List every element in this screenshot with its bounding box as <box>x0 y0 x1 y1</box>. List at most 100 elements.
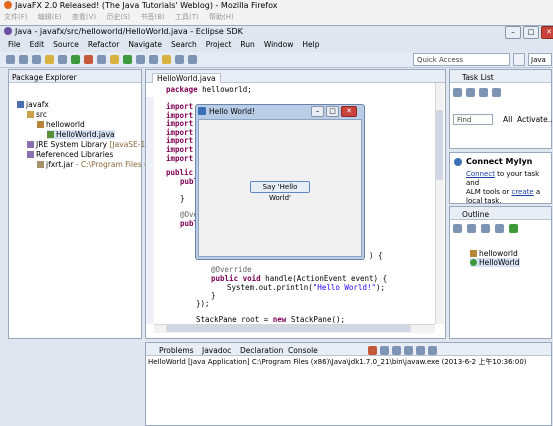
print-icon[interactable] <box>32 55 41 64</box>
terminate-icon[interactable] <box>368 346 377 355</box>
task-activate[interactable]: Activate... <box>517 115 553 124</box>
editor-vertical-scroll-thumb[interactable] <box>436 110 443 180</box>
menu-edit[interactable]: Edit <box>30 40 45 52</box>
collapse-all-icon[interactable] <box>453 224 462 233</box>
firefox-menu-tools[interactable]: 工具(T) <box>175 13 199 21</box>
hello-maximize-button[interactable]: □ <box>326 106 339 117</box>
library-icon <box>27 141 34 148</box>
package-icon <box>470 250 477 257</box>
debug-icon[interactable] <box>58 55 67 64</box>
tab-problems[interactable]: Problems <box>159 346 194 355</box>
firefox-menu-history[interactable]: 历史(S) <box>106 13 130 21</box>
annotation-icon[interactable] <box>162 55 171 64</box>
hello-close-button[interactable]: ✕ <box>341 106 357 117</box>
scroll-lock-icon[interactable] <box>404 346 413 355</box>
mylyn-create-link[interactable]: create <box>511 188 533 196</box>
firefox-menu-edit[interactable]: 编辑(E) <box>38 13 62 21</box>
tree-item-src[interactable]: src <box>27 110 47 119</box>
collapse-icon[interactable] <box>492 88 501 97</box>
open-perspective-icon[interactable] <box>513 53 525 66</box>
save-icon[interactable] <box>19 55 28 64</box>
java-file-icon <box>47 131 54 138</box>
firefox-menu-file[interactable]: 文件(F) <box>4 13 28 21</box>
hide-fields-icon[interactable] <box>481 224 490 233</box>
code-imports[interactable]: import import import import import impor… <box>166 102 193 163</box>
jar-icon <box>37 161 44 168</box>
code-println[interactable]: System.out.println("Hello World!"); <box>227 283 385 293</box>
tab-console[interactable]: Console <box>288 346 318 355</box>
menu-run[interactable]: Run <box>240 40 254 52</box>
code-close-2[interactable]: }); <box>196 299 210 309</box>
task-list-toolbar <box>453 88 501 97</box>
new-task-icon[interactable] <box>453 88 462 97</box>
tab-javadoc[interactable]: Javadoc <box>202 346 231 355</box>
pin-console-icon[interactable] <box>416 346 425 355</box>
clear-console-icon[interactable] <box>392 346 401 355</box>
menu-file[interactable]: File <box>8 40 21 52</box>
menu-source[interactable]: Source <box>53 40 79 52</box>
tab-package-explorer[interactable]: Package Explorer <box>12 73 77 82</box>
new-java-project-icon[interactable] <box>97 55 106 64</box>
new-package-icon[interactable] <box>110 55 119 64</box>
firefox-icon <box>4 1 12 9</box>
package-icon <box>37 121 44 128</box>
perspective-java-button[interactable]: Java <box>528 53 552 66</box>
maximize-button[interactable]: □ <box>523 26 539 39</box>
menu-window[interactable]: Window <box>264 40 294 52</box>
editor-horizontal-scroll-thumb[interactable] <box>166 325 411 332</box>
tree-item-helloworld-java[interactable]: HelloWorld.java <box>47 130 115 139</box>
eclipse-title-text: Java - javafx/src/helloworld/HelloWorld.… <box>15 27 243 36</box>
minimize-button[interactable]: – <box>505 26 521 39</box>
hide-static-icon[interactable] <box>495 224 504 233</box>
info-icon <box>454 158 462 166</box>
firefox-menu-bookmarks[interactable]: 书签(B) <box>141 13 165 21</box>
remove-launch-icon[interactable] <box>380 346 389 355</box>
code-brace[interactable]: } <box>180 194 185 204</box>
hello-minimize-button[interactable]: – <box>311 106 324 117</box>
hide-nonpublic-icon[interactable] <box>509 224 518 233</box>
tree-item-helloworld[interactable]: helloworld <box>37 120 85 129</box>
tab-outline[interactable]: Outline <box>462 210 489 219</box>
external-tools-icon[interactable] <box>84 55 93 64</box>
tree-item-javafx[interactable]: javafx <box>17 100 49 109</box>
firefox-menu-view[interactable]: 查看(V) <box>72 13 96 21</box>
menu-project[interactable]: Project <box>206 40 232 52</box>
tree-item-jfxrt-jar[interactable]: jfxrt.jar - C:\Program Files (x <box>37 160 151 169</box>
outline-item-helloworld[interactable]: helloworld <box>470 249 518 258</box>
tab-helloworld-java[interactable]: HelloWorld.java <box>152 73 221 83</box>
back-icon[interactable] <box>175 55 184 64</box>
tab-task-list[interactable]: Task List <box>462 73 494 82</box>
display-console-icon[interactable] <box>428 346 437 355</box>
run-icon[interactable] <box>71 55 80 64</box>
toggle-icon[interactable] <box>45 55 54 64</box>
menu-search[interactable]: Search <box>171 40 197 52</box>
outline-item-helloworld-class[interactable]: HelloWorld <box>470 258 520 267</box>
search-icon[interactable] <box>149 55 158 64</box>
tree-item-referenced-libraries[interactable]: Referenced Libraries <box>27 150 113 159</box>
menu-help[interactable]: Help <box>302 40 319 52</box>
task-find-input[interactable]: Find <box>453 114 493 125</box>
toolbar-icons <box>6 55 197 64</box>
code-line-package[interactable]: package helloworld; <box>166 85 252 95</box>
sort-icon[interactable] <box>467 224 476 233</box>
firefox-menu-help[interactable]: 帮助(H) <box>209 13 234 21</box>
categorize-icon[interactable] <box>466 88 475 97</box>
mylyn-connect-link[interactable]: Connect <box>466 170 495 178</box>
menu-navigate[interactable]: Navigate <box>128 40 162 52</box>
code-handler-open[interactable]: ) { <box>369 251 383 261</box>
new-icon[interactable] <box>6 55 15 64</box>
menu-refactor[interactable]: Refactor <box>88 40 119 52</box>
say-hello-world-button[interactable]: Say 'Hello World' <box>250 181 310 202</box>
new-class-icon[interactable] <box>123 55 132 64</box>
code-close-1[interactable]: } <box>211 291 216 301</box>
task-filter-all[interactable]: All <box>503 115 512 124</box>
tree-item-jre-library[interactable]: JRE System Library [JavaSE-1.7] <box>27 140 155 149</box>
focus-icon[interactable] <box>479 88 488 97</box>
console-toolbar <box>368 346 437 355</box>
open-type-icon[interactable] <box>136 55 145 64</box>
forward-icon[interactable] <box>188 55 197 64</box>
eclipse-menubar: File Edit Source Refactor Navigate Searc… <box>0 40 553 52</box>
quick-access-input[interactable]: Quick Access <box>413 53 510 66</box>
tab-declaration[interactable]: Declaration <box>240 346 283 355</box>
close-button[interactable]: ✕ <box>541 26 553 39</box>
